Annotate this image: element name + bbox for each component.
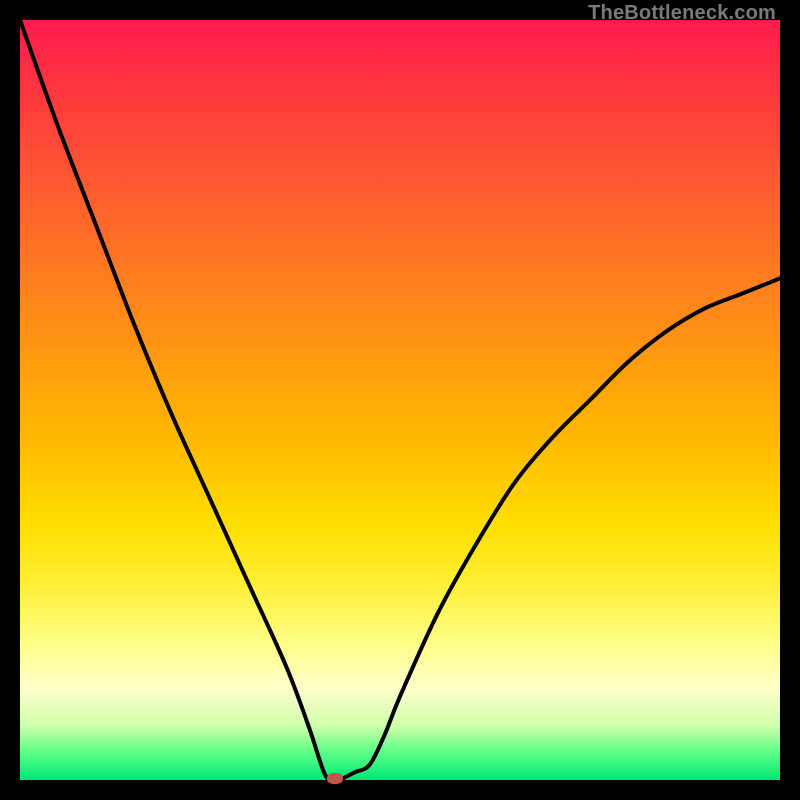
plot-area xyxy=(20,20,780,780)
bottleneck-curve xyxy=(20,20,780,780)
optimal-point-marker xyxy=(327,773,343,784)
chart-frame: TheBottleneck.com xyxy=(0,0,800,800)
